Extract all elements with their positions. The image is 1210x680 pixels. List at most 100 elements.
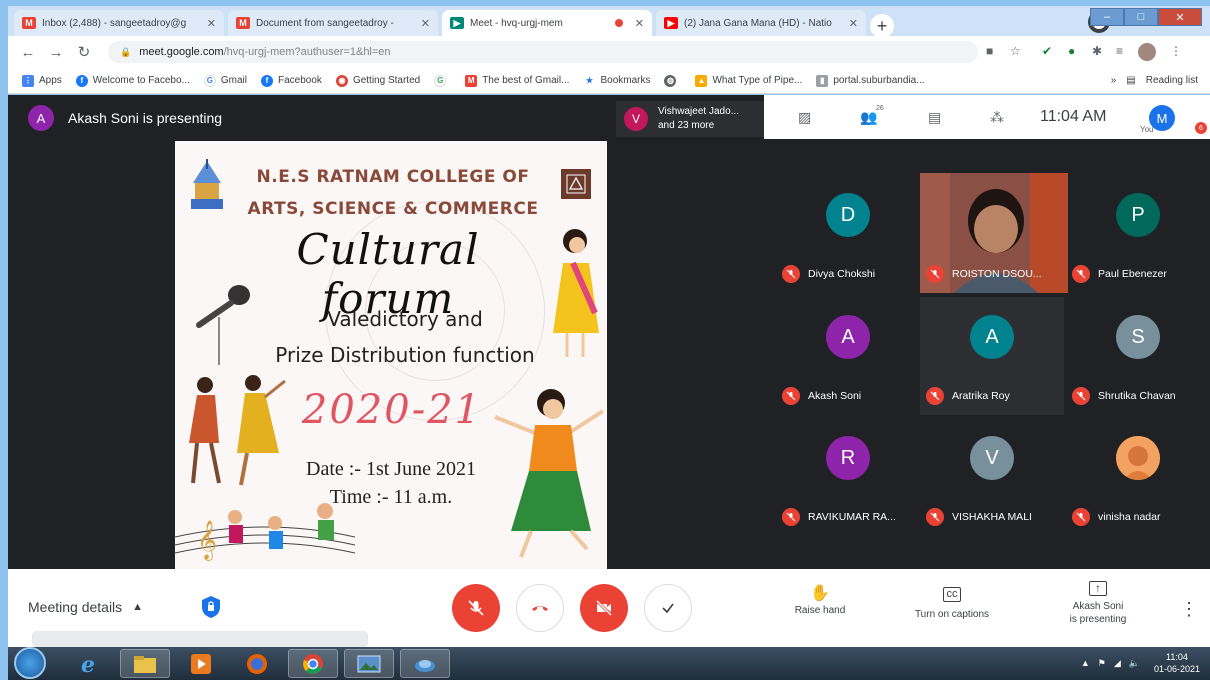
reading-list-label[interactable]: Reading list — [1146, 75, 1198, 86]
svg-text:e: e — [81, 652, 95, 676]
participant-name-row: ROISTON DSOU... — [926, 265, 1042, 283]
photo-viewer-icon[interactable] — [344, 649, 394, 678]
media-player-icon[interactable] — [176, 649, 226, 678]
bookmark-pipe[interactable]: ▲ What Type of Pipe... — [695, 74, 802, 87]
participant-name: RAVIKUMAR RA... — [808, 511, 896, 523]
close-icon[interactable]: ✕ — [207, 17, 216, 30]
captions-button[interactable]: cc Turn on captions — [896, 587, 1008, 621]
participant-tile[interactable]: S Shrutika Chavan — [1066, 297, 1210, 415]
extension-icon[interactable]: ● — [1068, 44, 1075, 58]
tray-arrow-icon[interactable]: ▲ — [1081, 658, 1090, 668]
mic-toggle-button[interactable] — [452, 584, 500, 632]
profile-avatar-icon[interactable] — [1138, 43, 1156, 61]
presenter-bar: A Akash Soni is presenting — [8, 95, 608, 141]
close-icon[interactable]: ✕ — [421, 17, 430, 30]
participant-name-row: VISHAKHA MALI — [926, 508, 1032, 526]
minimize-button[interactable]: – — [1090, 8, 1124, 26]
bookmark-google[interactable]: G — [434, 74, 451, 87]
participant-tile[interactable]: vinisha nadar — [1066, 418, 1210, 536]
participant-tile-video[interactable]: ROISTON DSOU... — [920, 173, 1068, 293]
windows-start-button[interactable] — [14, 647, 46, 679]
chrome-icon[interactable] — [288, 649, 338, 678]
forward-arrow-icon[interactable]: → — [42, 44, 70, 61]
participant-name: vinisha nadar — [1098, 511, 1161, 523]
participant-name: Vishwajeet Jado... — [658, 106, 739, 117]
event-date: Date :- 1st June 2021 — [306, 458, 476, 480]
camera-icon[interactable]: ■ — [986, 44, 993, 58]
bookmark-gmail[interactable]: G Gmail — [203, 74, 247, 87]
participant-tile[interactable]: A Akash Soni — [776, 297, 920, 415]
system-clock[interactable]: 11:04 01-06-2021 — [1154, 651, 1200, 675]
image-icon[interactable]: ▨ — [798, 109, 811, 126]
address-bar[interactable]: 🔒 meet.google.com/hvq-urgj-mem?authuser=… — [108, 41, 978, 63]
presenting-label-line1: Akash Soni — [1072, 601, 1124, 612]
network-signal-icon[interactable]: ◢ — [1114, 658, 1121, 669]
url-host: meet.google.com — [139, 46, 224, 58]
shield-icon[interactable] — [200, 595, 222, 619]
flag-icon[interactable]: ⚑ — [1098, 658, 1106, 669]
volume-icon[interactable]: 🔈 — [1129, 658, 1140, 669]
back-arrow-icon[interactable]: ← — [14, 44, 42, 61]
participant-tile[interactable]: P Paul Ebenezer — [1066, 175, 1210, 293]
reading-mode-icon[interactable]: ≡ — [1116, 44, 1123, 58]
faded-toolbar-overlay — [32, 631, 368, 647]
participant-tile[interactable]: D Divya Chokshi — [776, 175, 920, 293]
bookmark-facebook[interactable]: f Facebook — [261, 74, 322, 87]
people-icon[interactable]: 👥 — [860, 109, 877, 126]
file-explorer-icon[interactable] — [120, 649, 170, 678]
lock-icon: 🔒 — [120, 46, 132, 57]
mic-off-icon — [926, 508, 944, 526]
other-participants-chip[interactable]: V Vishwajeet Jado... and 23 more — [616, 101, 764, 137]
participant-name-row: vinisha nadar — [1072, 508, 1160, 526]
chat-icon[interactable]: ▤ — [928, 109, 941, 126]
network-app-icon[interactable] — [400, 649, 450, 678]
confirm-button[interactable] — [644, 584, 692, 632]
puzzle-icon[interactable]: ✱ — [1092, 44, 1102, 58]
mic-off-icon — [1072, 387, 1090, 405]
presenting-button[interactable]: ↑ Akash Soni is presenting — [1048, 581, 1148, 626]
bookmark-globe[interactable]: ◍ — [664, 74, 681, 87]
participant-avatar: V — [624, 107, 648, 131]
participant-tile[interactable]: V VISHAKHA MALI — [920, 418, 1064, 536]
recording-dot-icon — [614, 19, 623, 27]
participant-avatar: P — [1116, 193, 1160, 237]
star-icon[interactable]: ☆ — [1010, 44, 1021, 58]
internet-explorer-icon[interactable]: e — [64, 649, 114, 678]
more-options-icon[interactable]: ⋮ — [1180, 599, 1198, 620]
participant-avatar: D — [826, 193, 870, 237]
meeting-details-button[interactable]: Meeting details ▲ — [28, 599, 143, 615]
tab-document[interactable]: M Document from sangeetadroy - ✕ — [228, 10, 438, 36]
tab-meet[interactable]: ▶ Meet - hvq-urgj-mem ✕ — [442, 10, 652, 36]
browser-tab-strip: M Inbox (2,488) - sangeetadroy@g ✕ M Doc… — [8, 6, 1210, 38]
mic-off-icon — [782, 387, 800, 405]
bookmark-best-of-gmail[interactable]: M The best of Gmail... — [465, 74, 569, 87]
more-vert-icon[interactable]: ⋮ — [1170, 44, 1182, 58]
reload-icon[interactable]: ↻ — [70, 43, 98, 61]
reading-list-icon[interactable]: ▤ — [1126, 75, 1135, 86]
tab-youtube[interactable]: ▶ (2) Jana Gana Mana (HD) - Natio ✕ — [656, 10, 866, 36]
maximize-button[interactable]: □ — [1124, 8, 1158, 26]
leave-call-button[interactable] — [516, 584, 564, 632]
participant-tile[interactable]: A Aratrika Roy — [920, 297, 1064, 415]
overflow-chevron-icon[interactable]: » — [1111, 75, 1117, 86]
bookmark-apps[interactable]: ⋮ Apps — [22, 74, 62, 87]
bookmark-portal[interactable]: ▮ portal.suburbandia... — [816, 74, 925, 87]
participant-name: Paul Ebenezer — [1098, 268, 1167, 280]
new-tab-button[interactable]: + — [870, 14, 894, 38]
bookmark-bookmarks[interactable]: ★ Bookmarks — [583, 74, 650, 87]
close-window-button[interactable]: ✕ — [1158, 8, 1202, 26]
participant-tile[interactable]: R RAVIKUMAR RA... — [776, 418, 920, 536]
bookmark-facebook-welcome[interactable]: f Welcome to Facebo... — [75, 74, 190, 87]
checkmark-extension-icon[interactable]: ✔ — [1042, 44, 1052, 58]
bookmarks-right: » ▤ Reading list — [1111, 75, 1198, 86]
bookmark-getting-started[interactable]: ◉ Getting Started — [335, 74, 420, 87]
close-icon[interactable]: ✕ — [635, 17, 644, 30]
firefox-icon[interactable] — [232, 649, 282, 678]
close-icon[interactable]: ✕ — [849, 17, 858, 30]
raise-hand-button[interactable]: ✋ Raise hand — [780, 586, 860, 617]
camera-toggle-button[interactable] — [580, 584, 628, 632]
google-icon: G — [203, 74, 216, 87]
activities-icon[interactable]: ⁂ — [990, 109, 1004, 126]
tab-inbox[interactable]: M Inbox (2,488) - sangeetadroy@g ✕ — [14, 10, 224, 36]
participant-name-row: RAVIKUMAR RA... — [782, 508, 896, 526]
